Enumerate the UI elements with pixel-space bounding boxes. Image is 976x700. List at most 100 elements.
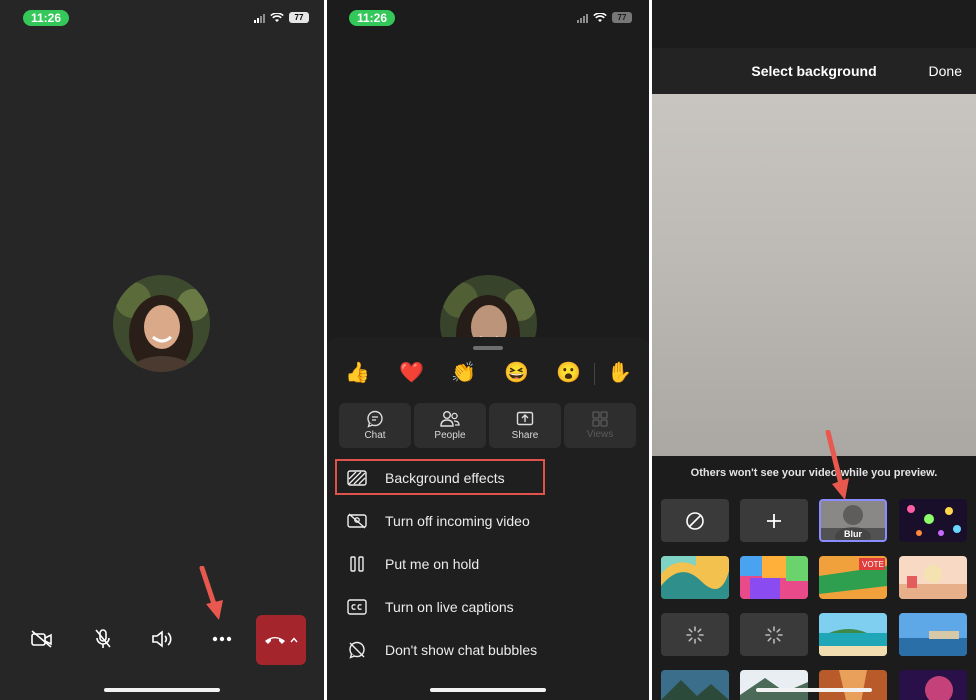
put-me-on-hold-label: Put me on hold <box>385 556 480 572</box>
views-label: Views <box>586 429 614 440</box>
pastel-room-thumbnail <box>899 556 967 599</box>
more-options-sheet: 👍 ❤️ 👏 😆 😮 ✋ Chat People Share Views Bac… <box>327 337 649 700</box>
no-background-option[interactable] <box>661 499 729 542</box>
mountain-thumbnail <box>661 670 729 700</box>
video-off-icon <box>347 513 367 529</box>
status-icons: 77 <box>577 12 632 23</box>
background-option-beach[interactable] <box>819 613 887 656</box>
speaker-icon <box>152 630 172 648</box>
share-icon <box>516 411 534 426</box>
vote-banner-thumbnail: VOTE <box>819 556 887 599</box>
background-option-mountain[interactable] <box>661 670 729 700</box>
more-options-button[interactable] <box>207 624 237 654</box>
turn-off-incoming-video-label: Turn off incoming video <box>385 513 530 529</box>
svg-text:VOTE: VOTE <box>862 560 884 569</box>
loading-spinner-icon <box>765 625 783 644</box>
coast-thumbnail <box>899 613 967 656</box>
chat-label: Chat <box>364 430 386 441</box>
speaker-button[interactable] <box>147 624 177 654</box>
video-off-icon <box>31 630 52 648</box>
people-icon <box>440 411 460 427</box>
status-icons: 77 <box>254 12 309 23</box>
wifi-icon <box>270 12 284 22</box>
beach-thumbnail <box>819 613 887 656</box>
reaction-laugh[interactable]: 😆 <box>504 361 529 385</box>
background-option-canyon[interactable] <box>819 670 887 700</box>
raise-hand-button[interactable]: ✋ <box>607 361 632 385</box>
blur-label: Blur <box>821 528 885 540</box>
share-label: Share <box>511 430 539 441</box>
loading-spinner-icon <box>686 625 704 644</box>
people-label: People <box>434 430 466 441</box>
status-time: 11:26 <box>23 10 69 26</box>
background-option-coast[interactable] <box>899 613 967 656</box>
background-effects-label: Background effects <box>385 470 505 486</box>
captions-icon <box>347 599 367 615</box>
video-preview <box>652 94 976 456</box>
turn-off-incoming-video-item[interactable]: Turn off incoming video <box>337 504 637 538</box>
hang-up-button[interactable] <box>256 615 306 665</box>
home-indicator <box>756 688 872 692</box>
space-thumbnail <box>899 670 967 700</box>
battery-icon: 77 <box>612 12 632 23</box>
background-option-lights[interactable] <box>899 499 967 542</box>
reaction-divider <box>594 363 595 385</box>
background-option-vote[interactable]: VOTE <box>819 556 887 599</box>
signal-icon <box>577 13 588 23</box>
canyon-thumbnail <box>819 670 887 700</box>
chevron-up-icon <box>290 637 298 643</box>
plus-icon <box>767 513 781 528</box>
reaction-heart[interactable]: ❤️ <box>399 361 424 385</box>
background-option-valley[interactable] <box>740 670 808 700</box>
mute-button[interactable] <box>88 624 118 654</box>
background-option-loading-1[interactable] <box>661 613 729 656</box>
signal-icon <box>254 13 265 23</box>
reaction-like[interactable]: 👍 <box>345 361 370 385</box>
chat-bubbles-label: Don't show chat bubbles <box>385 642 538 658</box>
home-indicator <box>430 688 546 692</box>
status-time: 11:26 <box>349 10 395 26</box>
reaction-applause[interactable]: 👏 <box>451 361 476 385</box>
background-option-abstract-2[interactable] <box>740 556 808 599</box>
chat-icon <box>367 410 383 428</box>
preview-note: Others won't see your video while you pr… <box>690 467 938 479</box>
live-captions-item[interactable]: Turn on live captions <box>337 590 637 624</box>
add-background-option[interactable] <box>740 499 808 542</box>
background-option-loading-2[interactable] <box>740 613 808 656</box>
colorful-blocks-thumbnail <box>740 556 808 599</box>
chat-button[interactable]: Chat <box>339 403 411 448</box>
home-indicator <box>104 688 220 692</box>
live-captions-label: Turn on live captions <box>385 599 514 615</box>
page-title: Select background <box>751 63 877 79</box>
camera-off-button[interactable] <box>27 624 57 654</box>
phone-hangup-icon <box>265 637 285 644</box>
select-background-screen: Select background Done Others won't see … <box>652 0 976 700</box>
background-option-space[interactable] <box>899 670 967 700</box>
valley-thumbnail <box>740 670 808 700</box>
mic-off-icon <box>95 629 111 648</box>
sheet-grabber[interactable] <box>473 346 503 350</box>
chat-bubbles-item[interactable]: Don't show chat bubbles <box>337 633 637 667</box>
put-me-on-hold-item[interactable]: Put me on hold <box>337 547 637 581</box>
blur-option[interactable]: Blur <box>819 499 887 542</box>
battery-icon: 77 <box>289 12 309 23</box>
share-button[interactable]: Share <box>489 403 561 448</box>
bokeh-lights-thumbnail <box>899 499 967 542</box>
avatar <box>113 275 210 372</box>
pointer-arrow <box>825 430 849 500</box>
call-more-menu-screen: 11:26 77 👍 ❤️ 👏 😆 😮 ✋ Chat People Share … <box>327 0 649 700</box>
background-effects-item[interactable]: Background effects <box>337 461 637 495</box>
views-button[interactable]: Views <box>564 403 636 448</box>
background-option-abstract-1[interactable] <box>661 556 729 599</box>
abstract-thumbnail <box>661 556 729 599</box>
none-icon <box>686 511 704 530</box>
pointer-arrow <box>199 566 223 620</box>
chat-off-icon <box>349 641 365 659</box>
wifi-icon <box>593 12 607 22</box>
background-option-room[interactable] <box>899 556 967 599</box>
pause-icon <box>350 556 364 572</box>
background-effects-icon <box>347 470 367 486</box>
people-button[interactable]: People <box>414 403 486 448</box>
done-button[interactable]: Done <box>929 63 962 79</box>
reaction-surprised[interactable]: 😮 <box>556 361 581 385</box>
